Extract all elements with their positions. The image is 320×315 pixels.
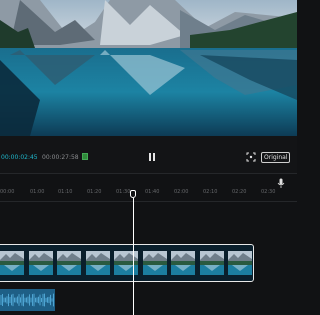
- clip-thumbnail: [171, 251, 195, 275]
- clip-thumbnail: [57, 251, 81, 275]
- audio-clip[interactable]: [0, 289, 55, 311]
- clip-thumbnail: [199, 251, 224, 275]
- ruler-tick: 00:00: [0, 189, 15, 195]
- clip-thumbnail: [228, 251, 252, 275]
- total-time: 00:00:27:58: [42, 154, 79, 161]
- audio-waveform: [0, 293, 54, 307]
- divider: [0, 173, 297, 174]
- microphone-icon[interactable]: [277, 178, 285, 188]
- ruler-tick: 02:20: [232, 189, 247, 195]
- ruler-tick: 02:00: [174, 189, 189, 195]
- clip-thumbnail: [28, 251, 53, 275]
- audio-meter-icon: [82, 153, 88, 160]
- ruler-tick: 02:10: [203, 189, 218, 195]
- video-preview[interactable]: [0, 0, 297, 136]
- ruler-tick: 01:00: [30, 189, 45, 195]
- playhead[interactable]: [132, 198, 134, 315]
- video-clip[interactable]: [0, 244, 254, 282]
- ruler-baseline: [0, 201, 297, 202]
- ruler-tick: 01:20: [87, 189, 102, 195]
- ruler-tick: 01:40: [145, 189, 160, 195]
- timeline-ruler[interactable]: 00:00 01:00 01:10 01:20 01:30 01:40 02:0…: [0, 189, 297, 201]
- ruler-tick: 01:10: [58, 189, 73, 195]
- aspect-ratio-button[interactable]: Original: [261, 152, 291, 163]
- clip-thumbnail: [114, 251, 138, 275]
- clip-thumbnail: [142, 251, 167, 275]
- fullscreen-icon[interactable]: [246, 152, 256, 162]
- playhead-handle[interactable]: [130, 190, 136, 198]
- current-time: 00:00:02:45: [1, 154, 38, 161]
- ruler-tick: 02:30: [261, 189, 276, 195]
- pause-icon[interactable]: [148, 152, 156, 162]
- preview-image: [0, 0, 297, 136]
- clip-thumbnail: [0, 251, 24, 275]
- clip-thumbnail: [85, 251, 110, 275]
- ruler-tick: 01:30: [116, 189, 131, 195]
